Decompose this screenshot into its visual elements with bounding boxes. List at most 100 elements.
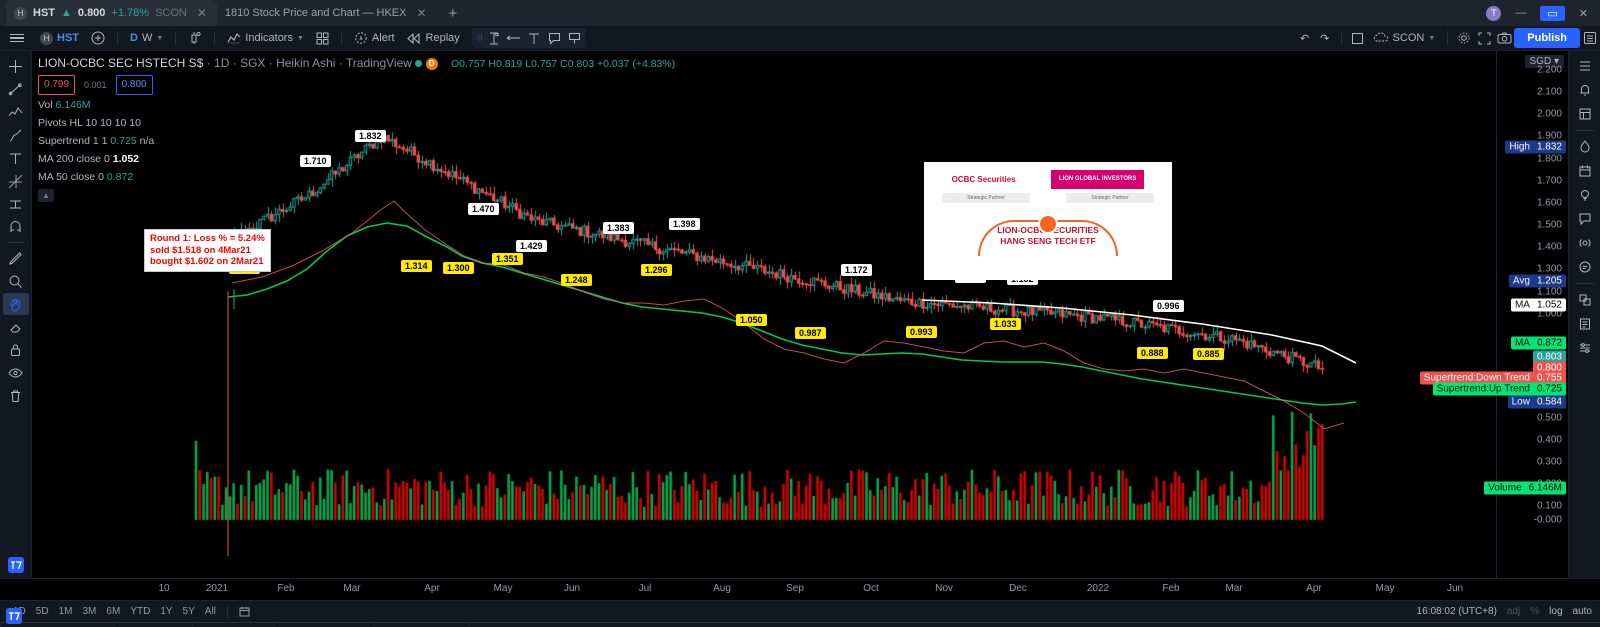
- fullscreen-icon[interactable]: [1474, 29, 1494, 47]
- pattern-icon[interactable]: [3, 101, 29, 123]
- chart-interval[interactable]: 1D: [214, 56, 229, 70]
- indicator-row-ma50[interactable]: MA 50 close 0 0.872: [38, 169, 675, 185]
- pivot-price-label[interactable]: 1.470: [468, 203, 499, 215]
- tab-close-icon[interactable]: ✕: [416, 6, 426, 20]
- calendar-icon[interactable]: [1572, 160, 1598, 182]
- hotlist-icon[interactable]: [1572, 136, 1598, 158]
- note-tool-icon[interactable]: [544, 29, 564, 47]
- gann-icon[interactable]: [3, 170, 29, 192]
- layout-icon[interactable]: [1348, 29, 1368, 47]
- price-scale[interactable]: SGD ▾ 2.200 2.100 2.000 1.900 1.800 1.700 1.60…: [1419, 51, 1568, 578]
- publish-button[interactable]: Publish: [1514, 28, 1580, 48]
- pivot-price-label[interactable]: 1.300: [443, 262, 474, 274]
- pencil-icon[interactable]: [3, 247, 29, 269]
- range-1y[interactable]: 1Y: [155, 605, 177, 618]
- tv-logo-icon[interactable]: [3, 556, 29, 578]
- price-axis-badge[interactable]: MA 1.052: [1510, 298, 1566, 312]
- annotation-note[interactable]: Round 1: Loss % = 5.24% sold $1.518 on 4…: [144, 229, 271, 272]
- text-tool-icon[interactable]: [524, 29, 544, 47]
- measure-icon[interactable]: [3, 193, 29, 215]
- pivot-price-label[interactable]: 1.033: [990, 318, 1021, 330]
- trend-line-icon[interactable]: [3, 78, 29, 100]
- ideas-icon[interactable]: [1572, 184, 1598, 206]
- range-5d[interactable]: 5D: [31, 605, 54, 618]
- close-window-icon[interactable]: ✕: [1579, 7, 1588, 20]
- log-toggle[interactable]: log: [1549, 606, 1562, 617]
- indicators-button[interactable]: Indicators ▼: [221, 27, 310, 49]
- alert-button[interactable]: Alert: [348, 27, 401, 49]
- price-axis-badge[interactable]: Volume 6.146M: [1484, 481, 1566, 495]
- footer-tab-text-notes[interactable]: Text Notes: [114, 622, 194, 627]
- settings-icon[interactable]: [1572, 337, 1598, 359]
- browser-tab-1810[interactable]: 1810 Stock Price and Chart — HKEX ✕: [217, 0, 437, 26]
- watchlist-icon[interactable]: [1572, 55, 1598, 77]
- calendar-icon[interactable]: [234, 605, 255, 618]
- avatar[interactable]: T: [1486, 5, 1502, 21]
- chat-icon[interactable]: [1572, 208, 1598, 230]
- interval-selector[interactable]: D W ▼: [124, 27, 169, 49]
- arrow-line-icon[interactable]: [504, 29, 524, 47]
- alerts-icon[interactable]: [1572, 79, 1598, 101]
- footer-tab-trading-panel[interactable]: Trading Panel: [375, 622, 470, 627]
- pivot-price-label[interactable]: 1.172: [841, 264, 872, 276]
- browser-tab-hst[interactable]: H HST ▲ 0.800 +1.78% SCON ✕: [6, 0, 217, 26]
- chart-symbol-title[interactable]: LION-OCBC SEC HSTECH S$: [38, 56, 203, 70]
- indicator-row-ma200[interactable]: MA 200 close 0 1.052: [38, 151, 675, 167]
- chat-bubble-icon[interactable]: [1572, 256, 1598, 278]
- range-1m[interactable]: 1M: [54, 605, 78, 618]
- price-axis-badge[interactable]: Avg 1.205: [1508, 274, 1566, 288]
- symbol-search-button[interactable]: H HST: [34, 27, 85, 49]
- clock[interactable]: 16:08:02 (UTC+8): [1417, 606, 1497, 617]
- time-scale[interactable]: 10 2021 Feb Mar Apr May Jun Jul Aug Sep Oct Nov Dec 2…: [0, 578, 1600, 600]
- notes-icon[interactable]: [1572, 313, 1598, 335]
- hand-icon[interactable]: [2, 293, 29, 315]
- eraser-icon[interactable]: [3, 316, 29, 338]
- ask-chip[interactable]: 0.800: [115, 75, 153, 95]
- tab-close-icon[interactable]: ✕: [197, 6, 207, 20]
- pivot-price-label[interactable]: 1.398: [669, 218, 700, 230]
- main-menu-icon[interactable]: [0, 33, 34, 43]
- eye-icon[interactable]: [3, 362, 29, 384]
- cursor-tool-icon[interactable]: [484, 29, 504, 47]
- indicator-row-supertrend[interactable]: Supertrend 1 1 0.725 n/a: [38, 133, 675, 149]
- add-symbol-button[interactable]: [85, 27, 111, 49]
- brush-icon[interactable]: [3, 124, 29, 146]
- templates-button[interactable]: [310, 27, 335, 49]
- text-icon[interactable]: [3, 147, 29, 169]
- objects-icon[interactable]: [1572, 289, 1598, 311]
- new-tab-button[interactable]: +: [437, 2, 470, 26]
- range-ytd[interactable]: YTD: [125, 605, 155, 618]
- price-axis-badge[interactable]: Low 0.584: [1507, 395, 1566, 409]
- indicator-row-pivots[interactable]: Pivots HL 10 10 10 10: [38, 115, 675, 131]
- pivot-price-label[interactable]: 0.993: [906, 326, 937, 338]
- stream-icon[interactable]: [1572, 232, 1598, 254]
- data-window-icon[interactable]: [1572, 103, 1598, 125]
- minimize-icon[interactable]: —: [1515, 7, 1526, 19]
- trash-icon[interactable]: [3, 385, 29, 407]
- bid-chip[interactable]: 0.799: [38, 75, 76, 95]
- chart-style-button[interactable]: [182, 27, 208, 49]
- crosshair-icon[interactable]: [3, 55, 29, 77]
- pivot-price-label[interactable]: 1.383: [603, 222, 634, 234]
- right-panel-toggle-icon[interactable]: [1580, 29, 1600, 47]
- pivot-price-label[interactable]: 1.248: [561, 274, 592, 286]
- pivot-price-label[interactable]: 0.885: [1193, 348, 1224, 360]
- pivot-price-label[interactable]: 0.888: [1137, 347, 1168, 359]
- percent-toggle[interactable]: %: [1530, 606, 1539, 617]
- pivot-price-label[interactable]: 0.996: [1153, 300, 1184, 312]
- redo-icon[interactable]: ↷: [1315, 29, 1335, 47]
- snapshot-camera-icon[interactable]: [1494, 29, 1514, 47]
- price-axis-badge[interactable]: Supertrend:Up Trend 0.725: [1432, 382, 1566, 396]
- pivot-price-label[interactable]: 1.050: [736, 314, 767, 326]
- pivot-price-label[interactable]: 0.987: [795, 327, 826, 339]
- undo-icon[interactable]: ↶: [1295, 29, 1315, 47]
- maximize-icon[interactable]: ▭: [1540, 5, 1565, 21]
- pivot-price-label[interactable]: 1.296: [641, 264, 672, 276]
- price-axis-badge[interactable]: MA 0.872: [1510, 336, 1566, 350]
- indicator-row-vol[interactable]: Vol 6.146M: [38, 97, 675, 113]
- adj-toggle[interactable]: adj: [1507, 606, 1520, 617]
- replay-button[interactable]: Replay: [401, 27, 466, 49]
- zoom-icon[interactable]: [3, 270, 29, 292]
- footer-tab-pine-editor[interactable]: Pine Editor: [193, 622, 274, 627]
- pivot-price-label[interactable]: 1.351: [492, 253, 523, 265]
